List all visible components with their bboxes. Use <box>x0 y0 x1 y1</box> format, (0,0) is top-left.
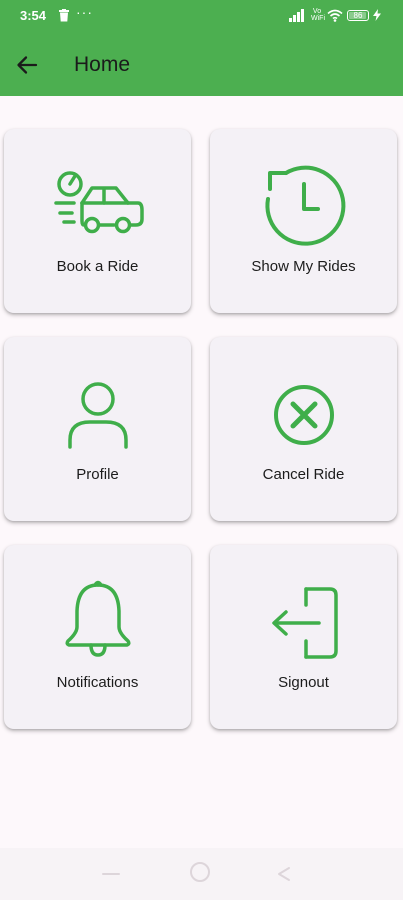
charging-bolt-icon <box>373 9 381 21</box>
tile-label: Notifications <box>56 674 139 691</box>
tile-signout[interactable]: Signout <box>210 545 397 729</box>
tile-label: Signout <box>278 674 329 691</box>
person-icon <box>67 382 128 449</box>
page-title: Home <box>74 53 131 76</box>
back-triangle-icon[interactable] <box>274 864 294 884</box>
tile-label: Cancel Ride <box>262 466 345 483</box>
tile-book-a-ride[interactable]: Book a Ride <box>4 129 191 313</box>
history-clock-icon <box>264 165 345 246</box>
status-time: 3:54 <box>20 8 47 23</box>
battery-icon: 86 <box>347 9 369 21</box>
system-nav-bar <box>0 848 403 900</box>
tile-cancel-ride[interactable]: Cancel Ride <box>210 337 397 521</box>
home-circle-icon[interactable] <box>188 860 212 884</box>
status-icons: Vo WiFi 86 <box>289 8 381 22</box>
status-bar: 3:54 ··· Vo WiFi 86 <box>0 0 403 34</box>
tile-notifications[interactable]: Notifications <box>4 545 191 729</box>
recent-apps-icon[interactable] <box>100 864 122 884</box>
tile-label: Show My Rides <box>251 258 356 275</box>
wifi-icon <box>327 9 343 22</box>
trash-icon <box>59 9 69 22</box>
tile-label: Profile <box>76 466 119 483</box>
arrow-left-icon[interactable] <box>14 52 40 78</box>
tile-label: Book a Ride <box>56 258 139 275</box>
battery-level: 86 <box>353 10 363 20</box>
car-speed-icon <box>53 171 144 234</box>
tile-profile[interactable]: Profile <box>4 337 191 521</box>
logout-icon <box>271 587 338 659</box>
app-bar: Home <box>0 34 403 96</box>
cancel-circle-icon <box>273 385 334 445</box>
signal-icon <box>289 8 304 22</box>
volte-icon: Vo WiFi <box>311 8 325 22</box>
bell-icon <box>64 580 131 657</box>
more-dots-icon: ··· <box>76 4 93 20</box>
tile-show-my-rides[interactable]: Show My Rides <box>210 129 397 313</box>
